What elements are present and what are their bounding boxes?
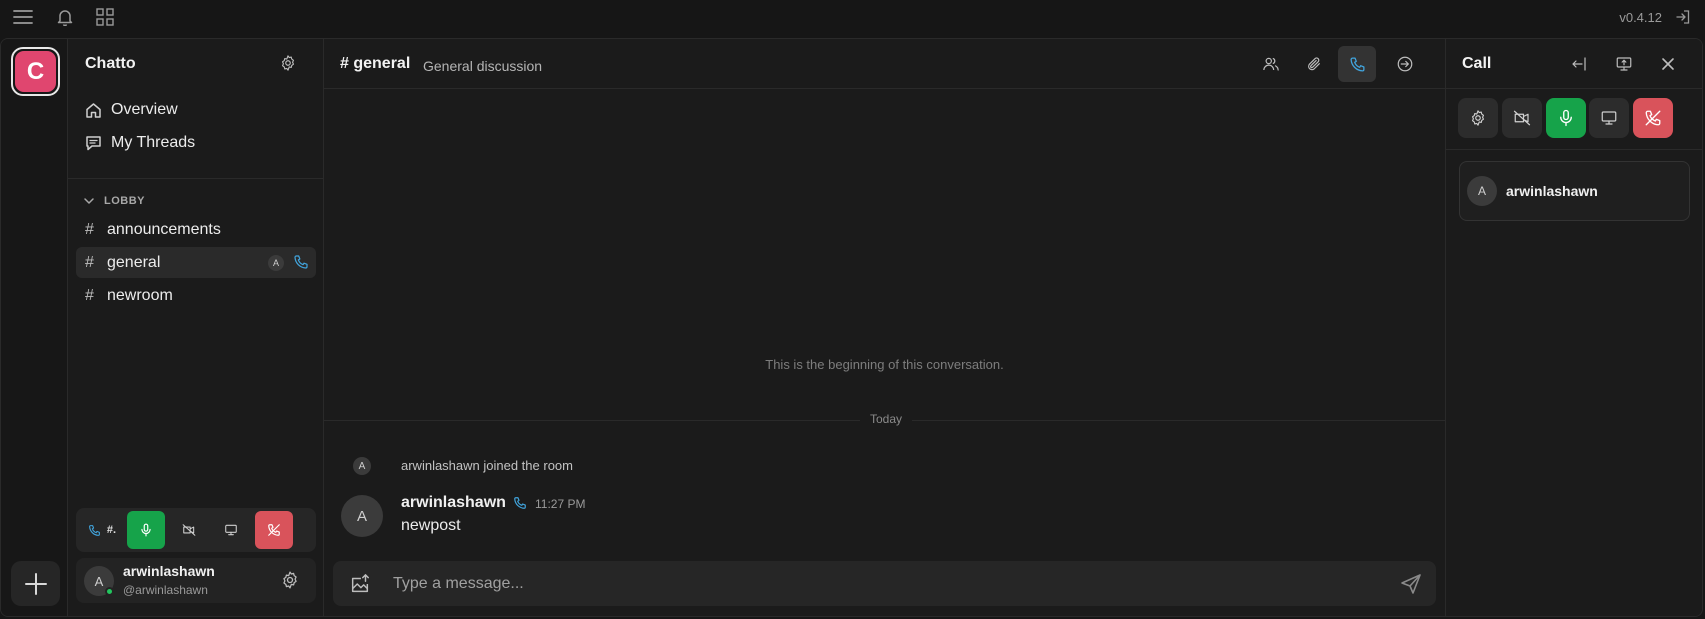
- call-button[interactable]: [1338, 46, 1376, 82]
- monitor-icon: [1601, 111, 1617, 125]
- nav-my-threads-label: My Threads: [111, 134, 196, 151]
- channel-title: # general: [340, 55, 411, 72]
- top-bar: v0.4.12: [0, 0, 1705, 34]
- section-lobby[interactable]: LOBBY: [82, 194, 145, 208]
- users-icon: [1263, 57, 1279, 71]
- voice-channel-abbrev: #.: [106, 524, 117, 536]
- microphone-icon: [1560, 109, 1572, 127]
- call-camera-button[interactable]: [1502, 98, 1542, 138]
- online-status-dot: [105, 587, 114, 596]
- call-participant[interactable]: A arwinlashawn: [1459, 161, 1690, 221]
- channel-description: General discussion: [423, 58, 543, 74]
- user-handle: @arwinlashawn: [123, 583, 208, 597]
- attachments-button[interactable]: [1295, 46, 1333, 82]
- day-divider-label: Today: [860, 412, 913, 426]
- grid-icon[interactable]: [93, 6, 117, 28]
- home-icon: [83, 100, 103, 120]
- channel-name: general: [107, 253, 161, 271]
- send-icon[interactable]: [1399, 572, 1423, 596]
- call-microphone-button[interactable]: [1546, 98, 1586, 138]
- message-timestamp: 11:27 PM: [535, 497, 586, 511]
- sidebar-divider: [68, 178, 323, 179]
- nav-overview[interactable]: Overview: [76, 95, 316, 125]
- camera-off-button[interactable]: [169, 511, 209, 549]
- microphone-icon: [141, 523, 151, 537]
- app-version: v0.4.12: [1619, 10, 1662, 25]
- user-display-name: arwinlashawn: [123, 563, 215, 579]
- server-initial: C: [15, 51, 56, 92]
- call-header: Call: [1446, 39, 1702, 89]
- call-screen-share-button[interactable]: [1589, 98, 1629, 138]
- call-title: Call: [1462, 55, 1492, 72]
- channel-general[interactable]: # general A: [76, 247, 316, 278]
- chat-panel: # general General discussion This is the…: [324, 39, 1445, 616]
- screen-share-button[interactable]: [211, 511, 251, 549]
- participant-name: arwinlashawn: [1506, 183, 1598, 199]
- members-button[interactable]: [1252, 46, 1290, 82]
- leave-room-button[interactable]: [1386, 46, 1424, 82]
- server-rail: C: [1, 39, 68, 616]
- chat-header: # general General discussion: [324, 39, 1445, 89]
- voice-control-bar: #.: [76, 508, 316, 552]
- message-avatar[interactable]: A: [341, 495, 383, 537]
- message-author[interactable]: arwinlashawn: [401, 494, 506, 512]
- menu-icon[interactable]: [11, 6, 35, 28]
- hang-up-button[interactable]: [255, 511, 293, 549]
- call-settings-button[interactable]: [1458, 98, 1498, 138]
- phone-off-icon: [268, 524, 280, 536]
- hash-icon: #: [85, 220, 94, 238]
- user-settings-icon[interactable]: [280, 570, 300, 590]
- conversation-start-text: This is the beginning of this conversati…: [765, 357, 1004, 372]
- channel-participant-avatar: A: [268, 255, 284, 271]
- nav-my-threads[interactable]: My Threads: [76, 128, 316, 158]
- gear-icon: [1471, 110, 1485, 126]
- channel-name: announcements: [107, 220, 221, 238]
- camera-off-icon: [182, 524, 196, 536]
- message-composer: [333, 561, 1436, 606]
- app-frame: C Chatto Overview My Threads LOBBY # ann…: [0, 38, 1703, 617]
- plus-icon: [24, 572, 47, 595]
- popout-icon[interactable]: [1612, 52, 1636, 76]
- system-message-text: arwinlashawn joined the room: [401, 458, 573, 473]
- sidebar-header: Chatto: [68, 39, 323, 89]
- image-upload-icon[interactable]: [349, 573, 371, 595]
- nav-overview-label: Overview: [111, 101, 178, 118]
- threads-icon: [83, 133, 103, 153]
- voice-channel-button[interactable]: #.: [79, 511, 125, 549]
- chevron-down-icon: [84, 198, 94, 204]
- camera-off-icon: [1513, 110, 1531, 126]
- add-server-button[interactable]: [11, 561, 60, 606]
- channel-newroom[interactable]: # newroom: [76, 280, 316, 311]
- call-panel: Call A arwinlashawn: [1445, 39, 1702, 616]
- exit-icon: [1397, 56, 1413, 72]
- bell-icon[interactable]: [53, 6, 77, 28]
- monitor-icon: [225, 524, 237, 536]
- channel-name: newroom: [107, 286, 173, 304]
- hash-icon: #: [85, 286, 94, 304]
- phone-off-icon: [1645, 110, 1661, 126]
- user-panel: A arwinlashawn @arwinlashawn: [76, 558, 316, 603]
- server-avatar[interactable]: C: [11, 47, 60, 96]
- server-settings-icon[interactable]: [278, 53, 298, 73]
- close-icon[interactable]: [1656, 52, 1680, 76]
- channel-sidebar: Chatto Overview My Threads LOBBY # annou…: [68, 39, 324, 616]
- microphone-button[interactable]: [127, 511, 165, 549]
- hash-icon: #: [85, 253, 94, 271]
- system-message-avatar: A: [353, 457, 371, 475]
- phone-icon: [514, 497, 526, 509]
- section-lobby-label: LOBBY: [104, 195, 145, 207]
- server-name: Chatto: [85, 55, 136, 72]
- participant-avatar: A: [1467, 176, 1497, 206]
- call-hang-up-button[interactable]: [1633, 98, 1673, 138]
- sign-out-icon[interactable]: [1673, 8, 1693, 26]
- call-controls: [1446, 89, 1702, 150]
- collapse-panel-icon[interactable]: [1567, 52, 1591, 76]
- message-text: newpost: [401, 517, 461, 534]
- message-input[interactable]: [393, 561, 1343, 606]
- phone-icon: [294, 255, 308, 269]
- channel-announcements[interactable]: # announcements: [76, 214, 316, 245]
- phone-icon: [88, 524, 100, 536]
- paperclip-icon: [1308, 57, 1320, 71]
- phone-icon: [1349, 56, 1365, 72]
